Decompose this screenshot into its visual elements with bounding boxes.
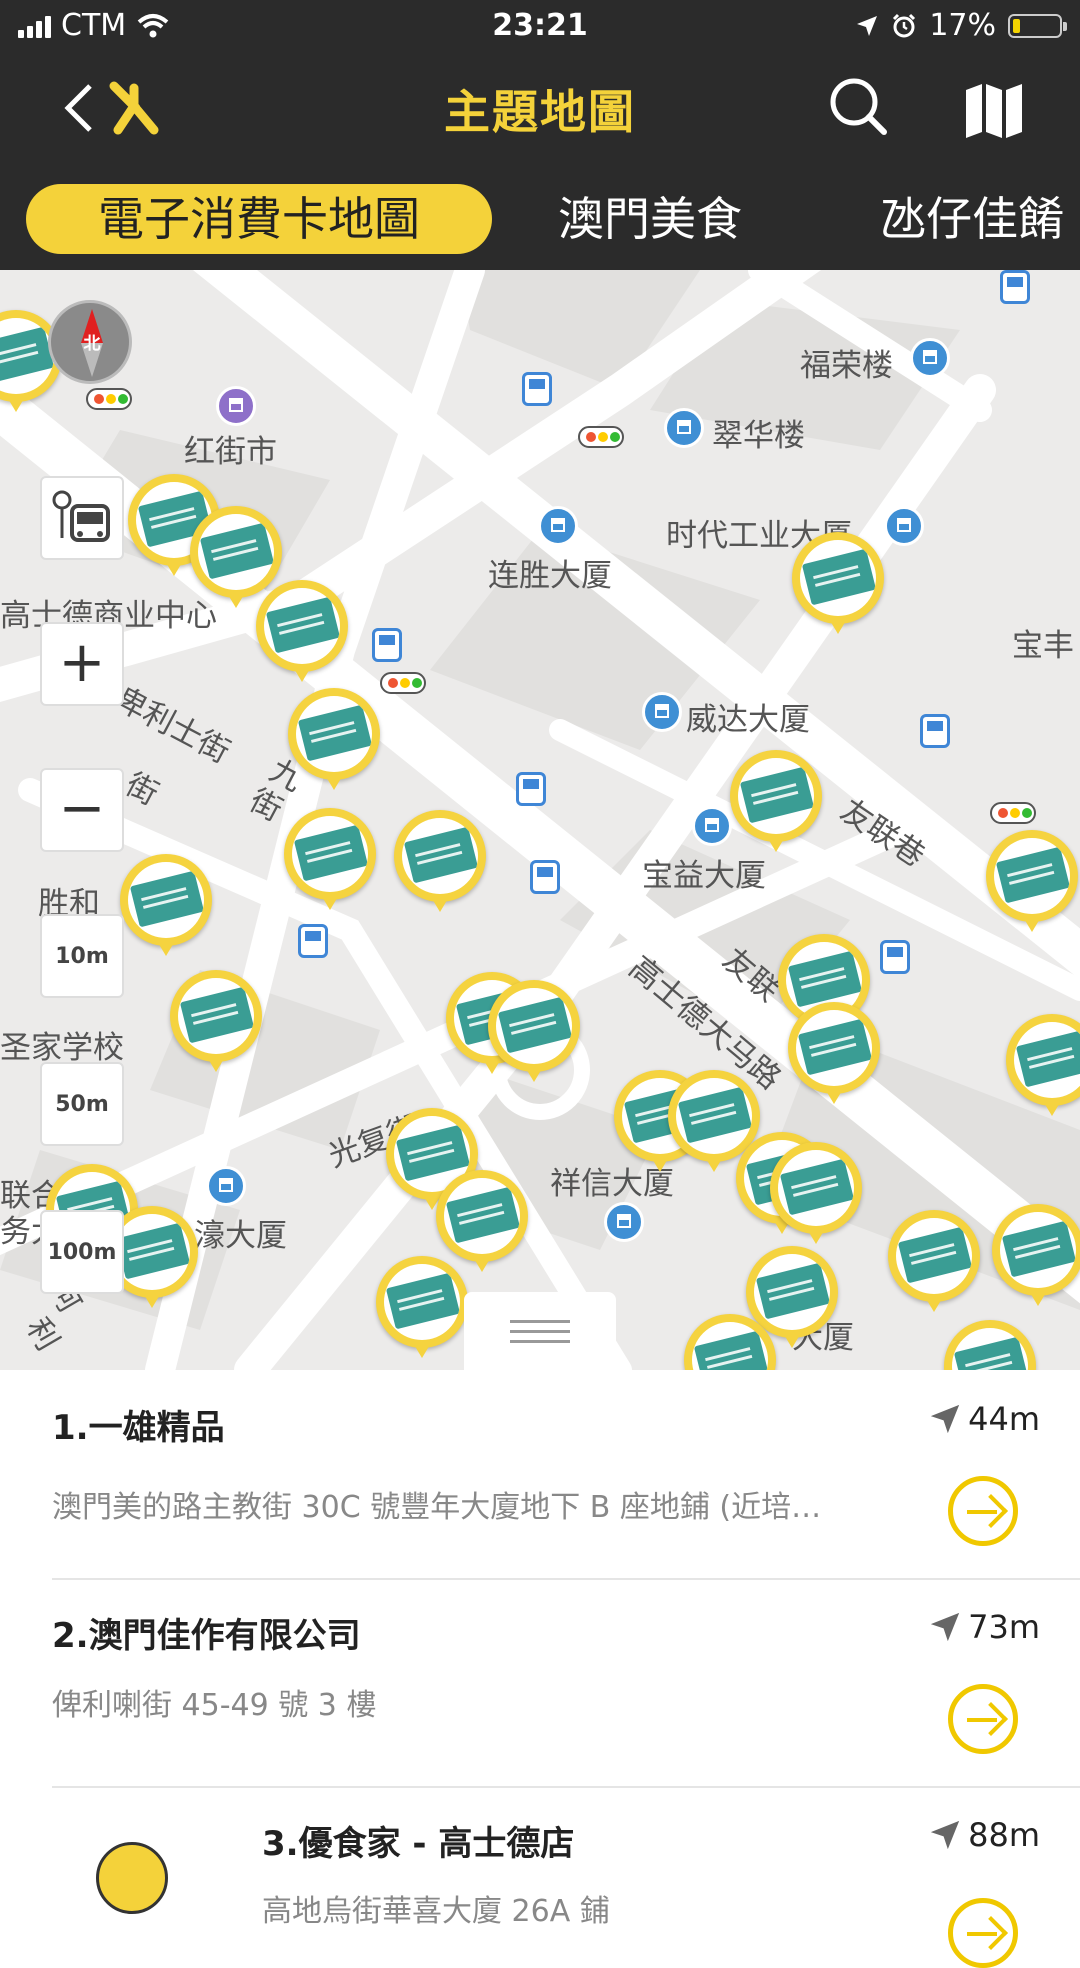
tab-macau-food[interactable]: 澳門美食 — [558, 184, 742, 254]
scale-10m-button[interactable]: 10m — [40, 914, 124, 998]
drawer-handle[interactable] — [464, 1292, 616, 1370]
distance-value: 44m — [968, 1400, 1040, 1438]
scale-100m-button[interactable]: 100m — [40, 1210, 124, 1294]
building-poi-icon — [206, 1166, 246, 1206]
theme-tabs: 電子消費卡地圖 澳門美食 氹仔佳餚 — [0, 180, 1080, 270]
distance-label: 73m — [928, 1608, 1040, 1646]
map-label: 红街市 — [184, 434, 277, 470]
map-view[interactable]: 福荣楼 红街市 翠华楼 时代工业大厦 连胜大厦 高士德商业中心 威达大厦 宝丰 … — [0, 270, 1080, 1370]
list-item-title: 2.澳門佳作有限公司 — [52, 1616, 361, 1656]
building-poi-icon — [664, 408, 704, 448]
alarm-icon — [893, 13, 916, 37]
card-merchant-pin[interactable] — [376, 1256, 468, 1368]
merchant-logo-icon — [96, 1842, 168, 1914]
search-icon[interactable] — [828, 76, 888, 136]
tab-consumption-card-map[interactable]: 電子消費卡地圖 — [26, 184, 492, 254]
map-label: 濠大厦 — [194, 1218, 287, 1254]
card-merchant-pin[interactable] — [684, 1314, 776, 1370]
card-merchant-pin[interactable] — [986, 830, 1078, 942]
card-merchant-pin[interactable] — [788, 1002, 880, 1114]
merchant-list: 1.一雄精品 44m 澳門美的路主教街 30C 號豐年大廈地下 B 座地鋪 (近… — [0, 1370, 1080, 1968]
map-label: 圣家学校 — [0, 1030, 124, 1066]
card-merchant-pin[interactable] — [170, 970, 262, 1082]
location-arrow-icon — [930, 1404, 960, 1434]
navigate-arrow-button[interactable] — [948, 1684, 1018, 1754]
list-item[interactable]: 2.澳門佳作有限公司 73m 俾利喇街 45-49 號 3 樓 — [52, 1600, 1040, 1780]
location-arrow-icon — [930, 1612, 960, 1642]
map-label: 连胜大厦 — [488, 558, 612, 594]
navigate-arrow-button[interactable] — [948, 1898, 1018, 1968]
distance-value: 88m — [968, 1816, 1040, 1854]
distance-label: 88m — [928, 1816, 1040, 1854]
building-poi-icon — [642, 692, 682, 732]
divider — [52, 1578, 1080, 1580]
bus-stop-icon — [298, 924, 328, 958]
list-item[interactable]: 3.優食家 - 高士德店 88m 高地烏街華喜大廈 26A 鋪 — [52, 1808, 1040, 1968]
card-merchant-pin[interactable] — [792, 532, 884, 644]
bus-stop-icon — [372, 628, 402, 662]
zoom-in-button[interactable]: + — [40, 622, 124, 706]
bus-stop-icon — [880, 940, 910, 974]
building-poi-icon — [538, 506, 578, 546]
compass-north-label: 北 — [83, 334, 101, 354]
building-poi-icon — [910, 338, 950, 378]
card-merchant-pin[interactable] — [1006, 1014, 1080, 1126]
list-item-address: 高地烏街華喜大廈 26A 鋪 — [262, 1894, 610, 1929]
folded-map-icon[interactable] — [964, 80, 1024, 140]
traffic-light-icon — [990, 802, 1036, 824]
scale-50m-button[interactable]: 50m — [40, 1062, 124, 1146]
card-merchant-pin[interactable] — [488, 980, 580, 1092]
transit-toggle-button[interactable] — [40, 476, 124, 560]
bus-stop-icon — [52, 490, 110, 542]
building-poi-icon — [692, 806, 732, 846]
card-merchant-pin[interactable] — [288, 688, 380, 800]
bus-stop-icon — [1000, 270, 1030, 304]
list-item-title: 3.優食家 - 高士德店 — [262, 1824, 575, 1864]
status-bar: CTM 23:21 17% — [0, 0, 1080, 56]
card-merchant-pin[interactable] — [992, 1204, 1080, 1316]
battery-percent: 17% — [929, 8, 996, 43]
bus-stop-icon — [516, 772, 546, 806]
list-item[interactable]: 1.一雄精品 44m 澳門美的路主教街 30C 號豐年大廈地下 B 座地鋪 (近… — [52, 1392, 1040, 1572]
card-merchant-pin[interactable] — [284, 808, 376, 920]
map-roads — [0, 270, 1080, 1370]
location-arrow-icon — [857, 15, 878, 36]
location-arrow-icon — [930, 1820, 960, 1850]
card-merchant-pin[interactable] — [944, 1320, 1036, 1370]
card-merchant-pin[interactable] — [394, 810, 486, 922]
tab-taipa-food[interactable]: 氹仔佳餚 — [880, 184, 1064, 254]
battery-level-fill — [1013, 18, 1020, 33]
list-item-address: 澳門美的路主教街 30C 號豐年大廈地下 B 座地鋪 (近培… — [52, 1490, 822, 1525]
bus-stop-icon — [522, 372, 552, 406]
bus-stop-icon — [530, 860, 560, 894]
distance-value: 73m — [968, 1608, 1040, 1646]
market-poi-icon — [216, 386, 256, 426]
distance-label: 44m — [928, 1400, 1040, 1438]
map-label: 宝丰 — [1012, 628, 1074, 664]
battery-icon — [1008, 13, 1067, 38]
card-merchant-pin[interactable] — [888, 1210, 980, 1322]
traffic-light-icon — [578, 426, 624, 448]
traffic-light-icon — [86, 388, 132, 410]
zoom-out-button[interactable]: − — [40, 768, 124, 852]
map-label: 福荣楼 — [800, 348, 893, 384]
building-poi-icon — [604, 1202, 644, 1242]
card-merchant-pin[interactable] — [730, 750, 822, 862]
nav-bar: 主題地圖 — [0, 56, 1080, 180]
traffic-light-icon — [380, 672, 426, 694]
navigate-arrow-button[interactable] — [948, 1476, 1018, 1546]
building-poi-icon — [884, 506, 924, 546]
card-merchant-pin[interactable] — [256, 580, 348, 692]
card-merchant-pin[interactable] — [770, 1142, 862, 1254]
map-label: 威达大厦 — [686, 702, 810, 738]
list-item-title: 1.一雄精品 — [52, 1408, 225, 1448]
list-item-address: 俾利喇街 45-49 號 3 樓 — [52, 1688, 377, 1723]
bus-stop-icon — [920, 714, 950, 748]
compass-icon[interactable]: 北 — [48, 300, 132, 384]
divider — [52, 1786, 1080, 1788]
map-label: 翠华楼 — [712, 418, 805, 454]
card-merchant-pin[interactable] — [120, 854, 212, 966]
page-title: 主題地圖 — [444, 85, 636, 139]
